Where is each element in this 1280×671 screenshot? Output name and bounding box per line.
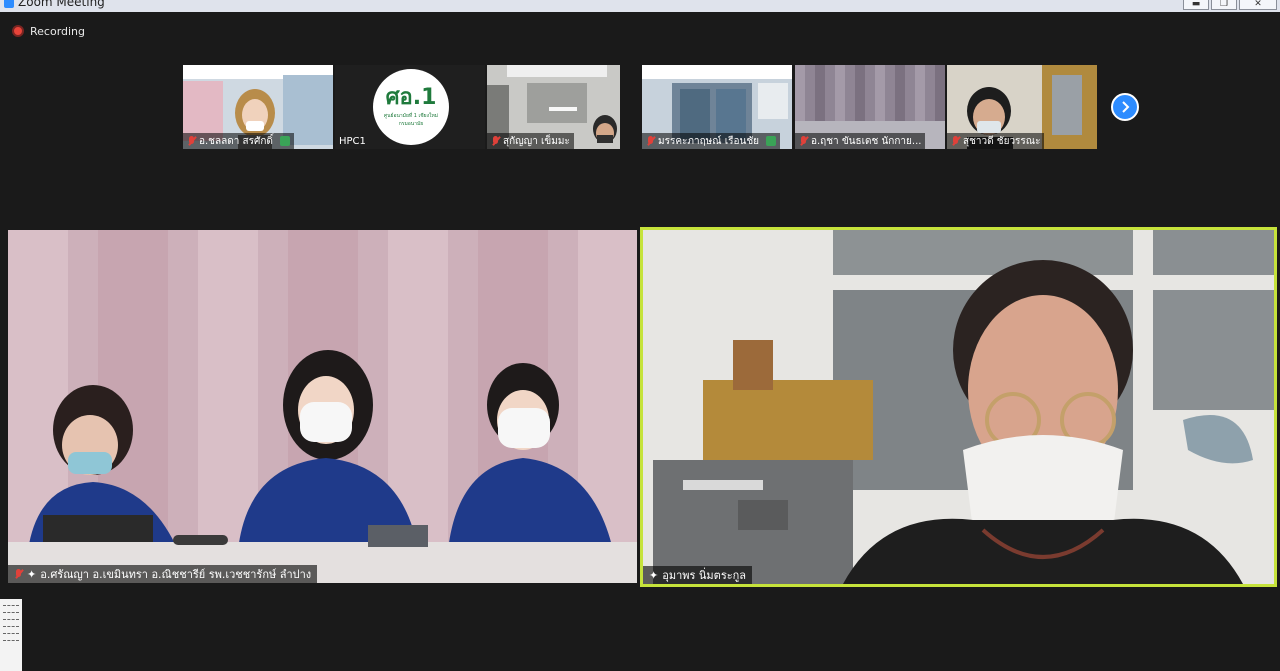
participant-name-label: อ.ชลลดา สรศักดิ์ [183,133,294,149]
muted-mic-icon [951,135,960,147]
participant-name: HPC1 [339,135,366,147]
participant-name-label: อ.ฤชา ขันธเดช นักกาย... [795,133,926,149]
minimize-button[interactable]: ▬ [1183,0,1209,10]
participant-video [643,230,1274,584]
participant-thumbnail[interactable]: สุกัญญา เข็มมะ [487,65,620,149]
participant-name: อ.ฤชา ขันธเดช นักกาย... [811,135,922,147]
participant-thumbnail[interactable]: อ.ชลลดา สรศักดิ์ [183,65,333,149]
participant-name-label: มรรคะภาฤษณ์ เรือนชัย [642,133,780,149]
muted-mic-icon [14,568,23,580]
muted-mic-icon [799,135,808,147]
restore-button[interactable]: ❐ [1211,0,1237,10]
chevron-right-icon [1122,101,1130,113]
participant-thumbnail[interactable]: สุชาวดี ชัยวรรณะ [947,65,1097,149]
logo-subtitle: ศูนย์อนามัยที่ 1 เชียงใหม่ [383,112,439,119]
record-icon [12,25,24,37]
participant-name-label: สุชาวดี ชัยวรรณะ [947,133,1045,149]
logo-text: ศอ.1 [385,84,437,110]
participant-name-label: สุกัญญา เข็มมะ [487,133,574,149]
participant-name-label: ✦ อ.ศรัณญา อ.เขมินทรา อ.ณิชชารีย์ รพ.เวช… [8,565,318,583]
next-page-button[interactable] [1111,93,1139,121]
participant-name-label: HPC1 [335,133,370,149]
muted-mic-icon [646,135,655,147]
participant-thumbnail[interactable]: ศอ.1 ศูนย์อนามัยที่ 1 เชียงใหม่ กรมอนามั… [335,65,485,149]
window-title: Zoom Meeting [18,0,105,9]
participant-name: อ.ชลลดา สรศักดิ์ [199,135,273,147]
close-button[interactable]: ✕ [1239,0,1277,10]
muted-mic-icon [187,135,196,147]
participant-thumbnail[interactable]: มรรคะภาฤษณ์ เรือนชัย [642,65,792,149]
recording-label: Recording [30,24,86,38]
video-tile-left[interactable]: ✦ อ.ศรัณญา อ.เขมินทรา อ.ณิชชารีย์ รพ.เวช… [8,230,637,583]
side-panel-edge [0,599,22,671]
recording-indicator[interactable]: Recording [12,24,85,38]
pin-icon: ✦ [649,568,659,582]
participant-name: สุกัญญา เข็มมะ [503,135,570,147]
muted-mic-icon [491,135,500,147]
participant-name-label: ✦ อุมาพร นิ่มตระกูล [643,566,753,584]
title-bar: Zoom Meeting ▬ ❐ ✕ [0,0,1280,12]
participant-video [8,230,637,583]
participant-name: อ.ศรัณญา อ.เขมินทรา อ.ณิชชารีย์ รพ.เวชชา… [40,568,312,581]
participant-name: สุชาวดี ชัยวรรณะ [963,135,1041,147]
participant-name: อุมาพร นิ่มตระกูล [662,569,747,582]
zoom-app-icon [4,0,14,8]
participant-thumbnail[interactable]: อ.ฤชา ขันธเดช นักกาย... [795,65,945,149]
logo-caption: กรมอนามัย [398,120,424,127]
video-tile-active-speaker[interactable]: ✦ อุมาพร นิ่มตระกูล [640,227,1277,587]
video-status-icon [279,136,290,146]
pin-icon: ✦ [27,567,37,581]
hpc1-logo: ศอ.1 ศูนย์อนามัยที่ 1 เชียงใหม่ กรมอนามั… [373,69,449,145]
video-status-icon [765,136,776,146]
participant-name: มรรคะภาฤษณ์ เรือนชัย [658,135,759,147]
